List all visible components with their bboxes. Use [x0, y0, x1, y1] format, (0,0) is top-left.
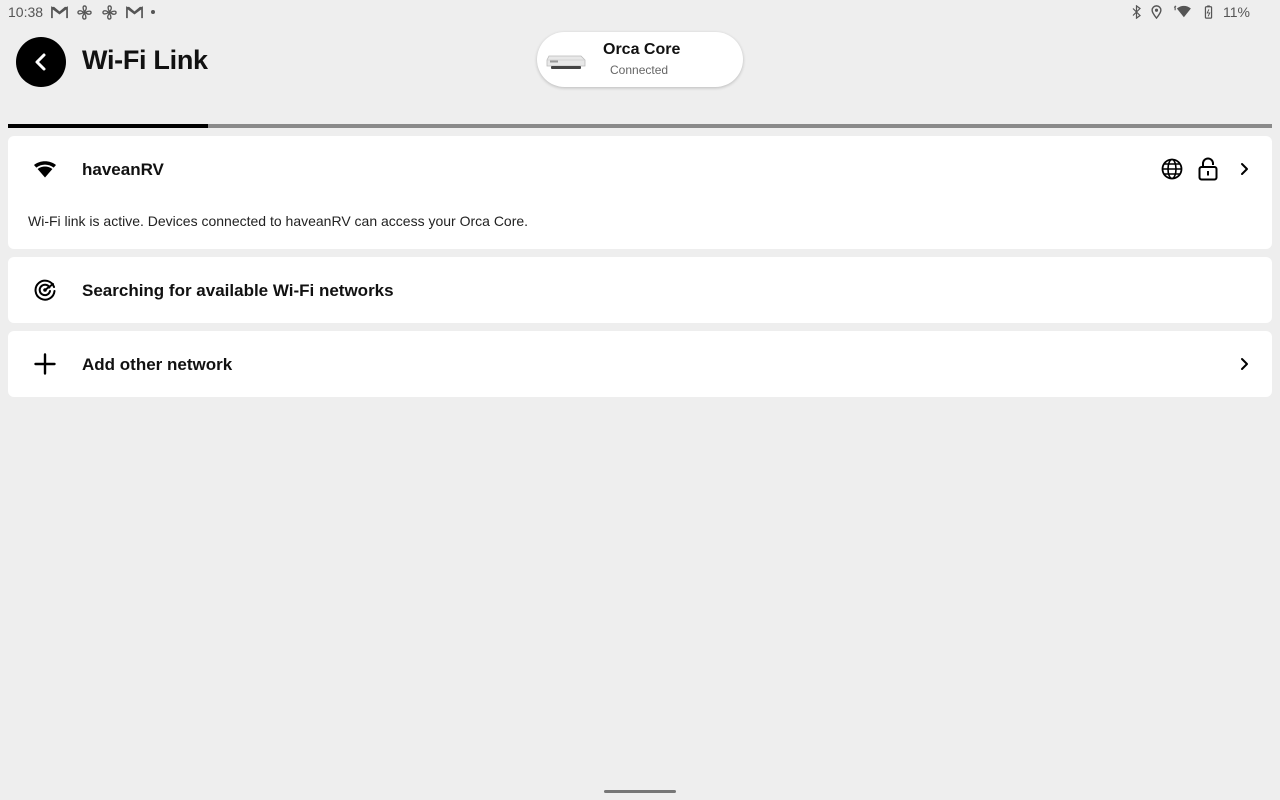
dot-icon: [151, 10, 156, 14]
radar-icon: [32, 277, 58, 303]
device-selector[interactable]: Orca Core Connected: [537, 32, 743, 87]
chevron-right-icon: [1232, 156, 1256, 182]
status-right: 11%: [1132, 4, 1250, 20]
battery-percent: 11%: [1223, 4, 1250, 20]
gmail-icon: [126, 5, 143, 18]
status-time: 10:38: [8, 4, 44, 20]
status-left: 10:38: [8, 4, 156, 20]
wifi-network-card: haveanRV Wi-Fi link is active. Devices c…: [8, 136, 1272, 249]
wifi-network-row[interactable]: haveanRV: [8, 136, 1272, 202]
device-status: Connected: [610, 63, 669, 77]
searching-networks-card: Searching for available Wi-Fi networks: [8, 257, 1272, 323]
searching-label: Searching for available Wi-Fi networks: [82, 281, 394, 300]
back-button[interactable]: [16, 37, 66, 87]
home-indicator[interactable]: [604, 790, 676, 793]
device-image: [546, 55, 586, 69]
fan-icon: [102, 4, 117, 20]
globe-icon: [1160, 156, 1184, 182]
wifi-status-description: Wi-Fi link is active. Devices connected …: [28, 213, 529, 229]
fan-icon: [77, 4, 92, 20]
add-other-network-button[interactable]: Add other network: [8, 331, 1272, 397]
wifi-icon: [32, 156, 58, 182]
wifi-row-icons: [1160, 156, 1256, 182]
progress-fill: [8, 124, 208, 128]
add-network-label: Add other network: [82, 355, 233, 374]
device-name: Orca Core: [603, 41, 681, 58]
progress-bar: [8, 124, 1272, 128]
wifi-icon: [1173, 5, 1191, 18]
lock-icon: [1196, 156, 1220, 182]
bluetooth-icon: [1132, 5, 1141, 19]
gmail-icon: [51, 5, 68, 18]
page-title: Wi-Fi Link: [82, 45, 208, 75]
status-bar: 10:38 11%: [0, 0, 1280, 24]
battery-icon: [1204, 5, 1213, 19]
plus-icon: [32, 351, 58, 377]
chevron-right-icon: [1232, 351, 1256, 377]
wifi-ssid: haveanRV: [82, 160, 164, 179]
location-icon: [1151, 5, 1162, 19]
chevron-left-icon: [35, 53, 46, 71]
